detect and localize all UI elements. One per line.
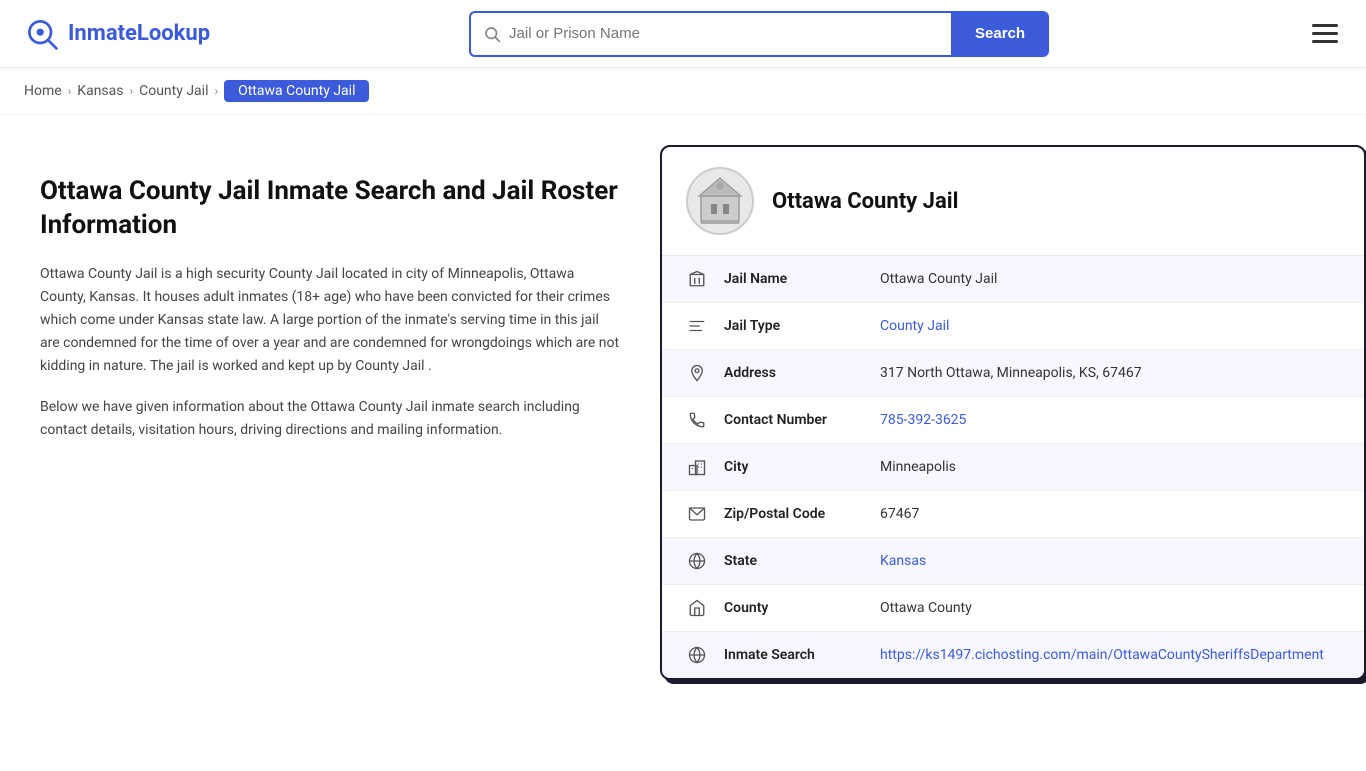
row-label: Jail Name [724, 271, 864, 287]
row-link[interactable]: 785-392-3625 [880, 412, 966, 428]
zip-icon [686, 505, 708, 523]
row-link[interactable]: Kansas [880, 553, 926, 569]
row-value: 67467 [880, 506, 919, 522]
row-label: City [724, 459, 864, 475]
breadcrumb-current: Ottawa County Jail [224, 80, 369, 102]
jail-avatar [686, 167, 754, 235]
info-row: State Kansas [662, 538, 1364, 585]
row-label: State [724, 553, 864, 569]
row-value: 317 North Ottawa, Minneapolis, KS, 67467 [880, 365, 1142, 381]
type-icon [686, 317, 708, 335]
state-icon [686, 552, 708, 570]
address-icon [686, 364, 708, 382]
row-label: Jail Type [724, 318, 864, 334]
search-button[interactable]: Search [951, 11, 1049, 57]
logo[interactable]: InmateLookup [24, 16, 210, 52]
left-panel: Ottawa County Jail Inmate Search and Jai… [0, 115, 660, 771]
row-label: County [724, 600, 864, 616]
row-value[interactable]: 785-392-3625 [880, 412, 966, 428]
page-desc-2: Below we have given information about th… [40, 396, 620, 442]
row-value: Minneapolis [880, 459, 956, 475]
search-input[interactable] [509, 25, 939, 42]
logo-icon [24, 16, 60, 52]
row-value: Ottawa County Jail [880, 271, 997, 287]
search-area: Search [469, 11, 1049, 57]
main-content: Ottawa County Jail Inmate Search and Jai… [0, 115, 1366, 771]
chevron-icon: › [68, 84, 72, 98]
header: InmateLookup Search [0, 0, 1366, 68]
jail-icon [686, 270, 708, 288]
info-row: Jail Type County Jail [662, 303, 1364, 350]
info-row: Contact Number 785-392-3625 [662, 397, 1364, 444]
hamburger-menu[interactable] [1308, 20, 1342, 47]
logo-text: InmateLookup [68, 21, 210, 46]
county-icon [686, 599, 708, 617]
row-value[interactable]: Kansas [880, 553, 926, 569]
row-value[interactable]: https://ks1497.cichosting.com/main/Ottaw… [880, 647, 1324, 663]
info-row: Jail Name Ottawa County Jail [662, 256, 1364, 303]
row-label: Zip/Postal Code [724, 506, 864, 522]
row-value[interactable]: County Jail [880, 318, 949, 334]
row-link[interactable]: https://ks1497.cichosting.com/main/Ottaw… [880, 647, 1324, 663]
page-title: Ottawa County Jail Inmate Search and Jai… [40, 175, 620, 243]
right-panel: Ottawa County Jail Jail Name Ottawa Count… [660, 115, 1366, 771]
chevron-icon: › [214, 84, 218, 98]
phone-icon [686, 411, 708, 429]
city-icon [686, 458, 708, 476]
search-icon [483, 25, 501, 43]
row-link[interactable]: County Jail [880, 318, 949, 334]
breadcrumb-home[interactable]: Home [24, 83, 62, 99]
breadcrumb: Home › Kansas › County Jail › Ottawa Cou… [0, 68, 1366, 115]
building-icon [693, 174, 747, 228]
page-desc-1: Ottawa County Jail is a high security Co… [40, 263, 620, 378]
card-name: Ottawa County Jail [772, 189, 958, 214]
inmate-icon [686, 646, 708, 664]
info-card: Ottawa County Jail Jail Name Ottawa Count… [660, 145, 1366, 680]
row-value: Ottawa County [880, 600, 972, 616]
info-row: Address 317 North Ottawa, Minneapolis, KS… [662, 350, 1364, 397]
chevron-icon: › [130, 84, 134, 98]
info-row: City Minneapolis [662, 444, 1364, 491]
breadcrumb-county-jail[interactable]: County Jail [139, 83, 208, 99]
info-rows: Jail Name Ottawa County Jail Jail Type Coun… [662, 256, 1364, 678]
info-row: Zip/Postal Code 67467 [662, 491, 1364, 538]
card-header: Ottawa County Jail [662, 147, 1364, 256]
row-label: Address [724, 365, 864, 381]
info-row: Inmate Search https://ks1497.cichosting.c… [662, 632, 1364, 678]
row-label: Contact Number [724, 412, 864, 428]
info-row: County Ottawa County [662, 585, 1364, 632]
row-label: Inmate Search [724, 647, 864, 663]
breadcrumb-kansas[interactable]: Kansas [77, 83, 123, 99]
search-input-wrap [469, 11, 951, 57]
